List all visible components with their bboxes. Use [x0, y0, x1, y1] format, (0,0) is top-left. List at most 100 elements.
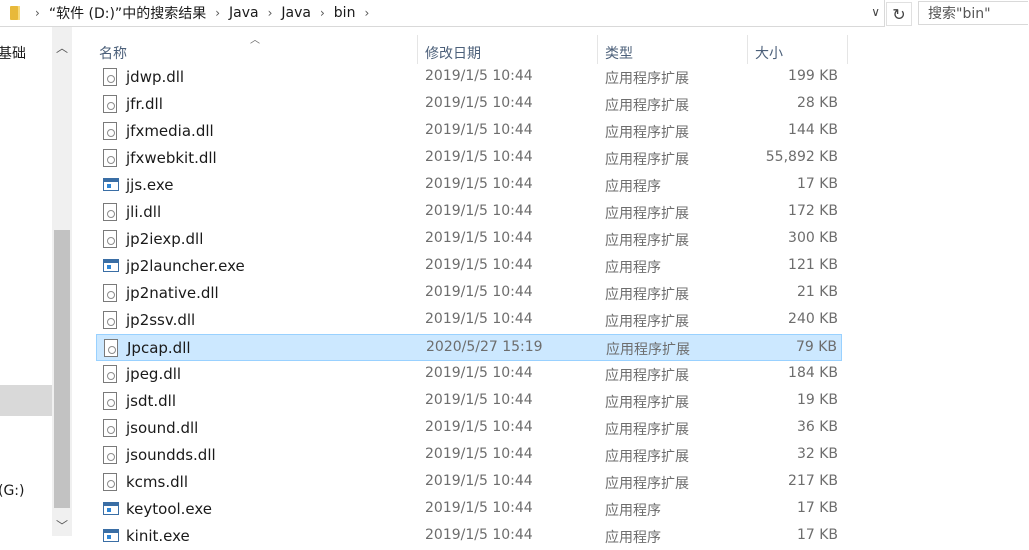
file-name: jp2ssv.dll: [126, 311, 196, 329]
column-header-name[interactable]: 名称: [99, 43, 127, 63]
file-row[interactable]: jjs.exe 2019/1/5 10:44 应用程序 17 KB: [96, 172, 842, 199]
file-row[interactable]: jfr.dll 2019/1/5 10:44 应用程序扩展 28 KB: [96, 91, 842, 118]
column-header-date[interactable]: 修改日期: [425, 43, 481, 63]
file-size: 300 KB: [788, 230, 838, 246]
file-size: 121 KB: [788, 257, 838, 273]
chevron-right-icon[interactable]: ›: [320, 6, 325, 20]
breadcrumb-java[interactable]: Java: [229, 5, 259, 21]
file-size: 32 KB: [796, 446, 838, 462]
file-name: jli.dll: [126, 203, 162, 221]
file-type: 应用程序扩展: [605, 476, 689, 492]
file-name: jsound.dll: [126, 419, 199, 437]
scrollbar-thumb[interactable]: [54, 230, 70, 508]
file-date: 2019/1/5 10:44: [425, 473, 533, 489]
file-size: 240 KB: [788, 311, 838, 327]
file-date: 2019/1/5 10:44: [425, 500, 533, 516]
file-date: 2019/1/5 10:44: [425, 284, 533, 300]
file-row[interactable]: jsoundds.dll 2019/1/5 10:44 应用程序扩展 32 KB: [96, 442, 842, 469]
chevron-right-icon[interactable]: ›: [268, 6, 273, 20]
file-row[interactable]: keytool.exe 2019/1/5 10:44 应用程序 17 KB: [96, 496, 842, 523]
file-row[interactable]: jfxwebkit.dll 2019/1/5 10:44 应用程序扩展 55,892 …: [96, 145, 842, 172]
search-placeholder: 搜索"bin": [928, 6, 991, 22]
file-name: jp2launcher.exe: [126, 257, 245, 275]
file-type: 应用程序扩展: [605, 422, 689, 438]
file-row[interactable]: jp2iexp.dll 2019/1/5 10:44 应用程序扩展 300 KB: [96, 226, 842, 253]
file-row[interactable]: jpeg.dll 2019/1/5 10:44 应用程序扩展 184 KB: [96, 361, 842, 388]
refresh-button[interactable]: ↻: [886, 2, 912, 26]
file-type: 应用程序扩展: [605, 287, 689, 303]
file-row[interactable]: jfxmedia.dll 2019/1/5 10:44 应用程序扩展 144 KB: [96, 118, 842, 145]
file-row[interactable]: jp2ssv.dll 2019/1/5 10:44 应用程序扩展 240 KB: [96, 307, 842, 334]
breadcrumb-java-2[interactable]: Java: [281, 5, 311, 21]
file-type: 应用程序扩展: [605, 368, 689, 384]
file-size: 21 KB: [796, 284, 838, 300]
dll-file-icon: [103, 203, 117, 221]
file-row[interactable]: Jpcap.dll 2020/5/27 15:19 应用程序扩展 79 KB: [96, 334, 842, 361]
file-row[interactable]: jdwp.dll 2019/1/5 10:44 应用程序扩展 199 KB: [96, 64, 842, 91]
address-bar[interactable]: › “软件 (D:)”中的搜索结果 › Java › Java › bin › …: [0, 0, 885, 27]
file-name: jp2native.dll: [126, 284, 219, 302]
dll-file-icon: [103, 311, 117, 329]
nav-item-basics[interactable]: 基础: [0, 43, 26, 63]
file-date: 2019/1/5 10:44: [425, 527, 533, 543]
scroll-down-icon[interactable]: ﹀: [52, 516, 72, 536]
breadcrumb-search-results[interactable]: “软件 (D:)”中的搜索结果: [49, 3, 206, 23]
search-input[interactable]: 搜索"bin": [918, 1, 1028, 25]
file-date: 2019/1/5 10:44: [425, 419, 533, 435]
column-divider[interactable]: [597, 35, 598, 64]
chevron-down-icon[interactable]: ∨: [871, 5, 880, 19]
nav-item-selected[interactable]: [0, 385, 52, 416]
column-divider[interactable]: [747, 35, 748, 64]
file-name: jfr.dll: [126, 95, 163, 113]
file-name: jdwp.dll: [126, 68, 185, 86]
file-name: jsoundds.dll: [126, 446, 216, 464]
dll-file-icon: [103, 230, 117, 248]
file-date: 2019/1/5 10:44: [425, 95, 533, 111]
file-name: jp2iexp.dll: [126, 230, 204, 248]
refresh-icon: ↻: [892, 4, 906, 24]
file-type: 应用程序: [605, 503, 661, 519]
dll-file-icon: [103, 149, 117, 167]
file-size: 199 KB: [788, 68, 838, 84]
file-name: jfxmedia.dll: [126, 122, 214, 140]
file-type: 应用程序扩展: [605, 395, 689, 411]
chevron-right-icon[interactable]: ›: [364, 6, 369, 20]
folder-icon: [10, 6, 20, 20]
file-name: jfxwebkit.dll: [126, 149, 217, 167]
column-divider[interactable]: [847, 35, 848, 64]
file-size: 144 KB: [788, 122, 838, 138]
file-row[interactable]: jp2native.dll 2019/1/5 10:44 应用程序扩展 21 KB: [96, 280, 842, 307]
dll-file-icon: [103, 68, 117, 86]
file-row[interactable]: jsound.dll 2019/1/5 10:44 应用程序扩展 36 KB: [96, 415, 842, 442]
file-row[interactable]: kinit.exe 2019/1/5 10:44 应用程序 17 KB: [96, 523, 842, 550]
file-size: 79 KB: [795, 339, 837, 355]
nav-scrollbar[interactable]: ︿ ﹀: [52, 27, 72, 536]
nav-item-drive-g[interactable]: (G:): [0, 483, 25, 499]
chevron-right-icon[interactable]: ›: [215, 6, 220, 20]
breadcrumb-bin[interactable]: bin: [334, 5, 356, 21]
file-row[interactable]: jli.dll 2019/1/5 10:44 应用程序扩展 172 KB: [96, 199, 842, 226]
chevron-right-icon[interactable]: ›: [35, 6, 40, 20]
file-type: 应用程序扩展: [605, 314, 689, 330]
exe-file-icon: [103, 502, 119, 515]
toolbar: › “软件 (D:)”中的搜索结果 › Java › Java › bin › …: [0, 0, 1029, 27]
file-type: 应用程序扩展: [605, 71, 689, 87]
file-row[interactable]: jsdt.dll 2019/1/5 10:44 应用程序扩展 19 KB: [96, 388, 842, 415]
file-row[interactable]: kcms.dll 2019/1/5 10:44 应用程序扩展 217 KB: [96, 469, 842, 496]
file-name: kinit.exe: [126, 527, 190, 545]
file-date: 2019/1/5 10:44: [425, 176, 533, 192]
file-row[interactable]: jp2launcher.exe 2019/1/5 10:44 应用程序 121 KB: [96, 253, 842, 280]
file-date: 2019/1/5 10:44: [425, 446, 533, 462]
file-date: 2019/1/5 10:44: [425, 365, 533, 381]
file-type: 应用程序扩展: [605, 449, 689, 465]
file-size: 55,892 KB: [765, 149, 838, 165]
file-type: 应用程序扩展: [606, 342, 690, 358]
column-header-size[interactable]: 大小: [755, 43, 783, 63]
scroll-up-icon[interactable]: ︿: [52, 38, 72, 58]
column-divider[interactable]: [417, 35, 418, 64]
navigation-pane: 基础 (G:): [0, 27, 52, 536]
file-size: 217 KB: [788, 473, 838, 489]
file-name: kcms.dll: [126, 473, 188, 491]
dll-file-icon: [103, 284, 117, 302]
column-header-type[interactable]: 类型: [605, 43, 633, 63]
